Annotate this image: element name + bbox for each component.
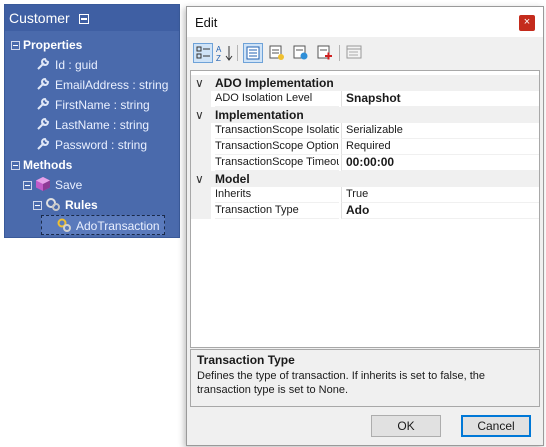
dialog-title: Edit <box>195 15 218 30</box>
property-label: Password : string <box>55 138 148 152</box>
property-name: TransactionScope Timeou <box>215 155 339 171</box>
categorized-button[interactable] <box>193 43 213 63</box>
category-label: Implementation <box>215 108 304 122</box>
property-label: EmailAddress : string <box>55 78 169 92</box>
property-label: FirstName : string <box>55 98 150 112</box>
ok-button[interactable]: OK <box>371 415 441 437</box>
collapse-icon[interactable] <box>78 14 89 24</box>
add-button[interactable] <box>291 43 311 63</box>
property-item[interactable]: FirstName : string <box>35 95 150 115</box>
property-value[interactable]: Ado <box>341 203 539 219</box>
property-value[interactable]: Serializable <box>341 123 539 139</box>
properties-label: Properties <box>23 38 83 52</box>
methods-label: Methods <box>23 158 73 172</box>
property-item[interactable]: LastName : string <box>35 115 149 135</box>
method-item[interactable]: Save <box>23 175 82 195</box>
events-button[interactable] <box>267 43 287 63</box>
toolbar-separator <box>237 45 238 61</box>
property-value[interactable]: 00:00:00 <box>341 155 539 171</box>
alphabetical-button[interactable]: AZ <box>215 43 235 63</box>
entity-title: Customer <box>9 10 70 26</box>
properties-button[interactable] <box>243 43 263 63</box>
chevron-down-icon[interactable]: ∨ <box>195 171 207 187</box>
wrench-icon <box>37 137 50 150</box>
category-implementation[interactable]: ∨ Implementation <box>191 107 539 123</box>
chevron-down-icon[interactable]: ∨ <box>195 107 207 123</box>
collapse-icon[interactable] <box>11 41 20 50</box>
property-value[interactable]: True <box>341 187 539 203</box>
events-icon <box>269 45 284 60</box>
close-icon: × <box>523 16 531 28</box>
property-label: LastName : string <box>55 118 150 132</box>
method-label: Save <box>55 178 83 192</box>
wrench-icon <box>37 97 50 110</box>
remove-button[interactable] <box>315 43 335 63</box>
property-item[interactable]: EmailAddress : string <box>35 75 168 95</box>
category-ado-implementation[interactable]: ∨ ADO Implementation <box>191 75 539 91</box>
property-pages-icon <box>346 45 362 59</box>
category-model[interactable]: ∨ Model <box>191 171 539 187</box>
rule-item-adotransaction[interactable]: AdoTransaction <box>41 215 165 235</box>
svg-text:A: A <box>216 45 222 54</box>
description-text: Defines the type of transaction. If inhe… <box>197 370 485 396</box>
collapse-icon[interactable] <box>11 161 20 170</box>
collapse-icon[interactable] <box>23 181 32 190</box>
svg-text:Z: Z <box>216 54 221 63</box>
property-name: TransactionScope Isolatio <box>215 123 339 139</box>
property-row-transactionscope-timeout[interactable]: TransactionScope Timeou 00:00:00 <box>191 155 539 171</box>
rules-gears-icon <box>46 198 60 211</box>
wrench-icon <box>37 117 50 130</box>
property-item[interactable]: Id : guid <box>35 55 98 75</box>
description-panel: Transaction Type Defines the type of tra… <box>190 349 540 407</box>
rules-node[interactable]: Rules <box>33 195 98 215</box>
category-label: Model <box>215 172 250 186</box>
property-value[interactable]: Required <box>341 139 539 155</box>
alphabetical-icon: AZ <box>216 45 233 63</box>
rule-label: AdoTransaction <box>76 219 160 233</box>
property-label: Id : guid <box>55 58 98 72</box>
property-name: Transaction Type <box>215 203 339 219</box>
entity-header[interactable]: Customer <box>5 5 179 31</box>
wrench-icon <box>37 77 50 90</box>
methods-node[interactable]: Methods <box>11 155 72 175</box>
category-label: ADO Implementation <box>215 76 334 90</box>
edit-dialog: Edit × AZ ∨ ADO Implementation ADO Isola… <box>186 6 544 446</box>
property-row-transactionscope-option[interactable]: TransactionScope Option Required <box>191 139 539 155</box>
property-name: Inherits <box>215 187 339 203</box>
wrench-icon <box>37 57 50 70</box>
property-row-transactionscope-isolation[interactable]: TransactionScope Isolatio Serializable <box>191 123 539 139</box>
add-icon <box>293 45 308 60</box>
property-grid: ∨ ADO Implementation ADO Isolation Level… <box>190 70 540 348</box>
chevron-down-icon[interactable]: ∨ <box>195 75 207 91</box>
properties-node[interactable]: Properties <box>11 35 82 55</box>
categorized-icon <box>196 46 210 59</box>
properties-icon <box>246 46 260 60</box>
close-button[interactable]: × <box>519 15 535 31</box>
property-pages-button[interactable] <box>345 43 365 63</box>
method-cube-icon <box>36 177 50 191</box>
property-name: ADO Isolation Level <box>215 91 339 107</box>
entity-shape-customer[interactable]: Customer Properties Id : guid EmailAddre… <box>4 4 180 238</box>
property-grid-toolbar: AZ <box>191 43 541 69</box>
remove-icon <box>317 45 332 60</box>
rules-label: Rules <box>65 198 98 212</box>
description-title: Transaction Type <box>197 353 295 367</box>
property-row-inherits[interactable]: Inherits True <box>191 187 539 203</box>
property-row-ado-isolation-level[interactable]: ADO Isolation Level Snapshot <box>191 91 539 107</box>
toolbar-separator <box>339 45 340 61</box>
property-item[interactable]: Password : string <box>35 135 147 155</box>
property-name: TransactionScope Option <box>215 139 339 155</box>
property-value[interactable]: Snapshot <box>341 91 539 107</box>
collapse-icon[interactable] <box>33 201 42 210</box>
dialog-titlebar[interactable]: Edit × <box>187 7 543 37</box>
cancel-button[interactable]: Cancel <box>461 415 531 437</box>
rule-gear-icon <box>57 218 71 232</box>
property-row-transaction-type[interactable]: Transaction Type Ado <box>191 203 539 219</box>
